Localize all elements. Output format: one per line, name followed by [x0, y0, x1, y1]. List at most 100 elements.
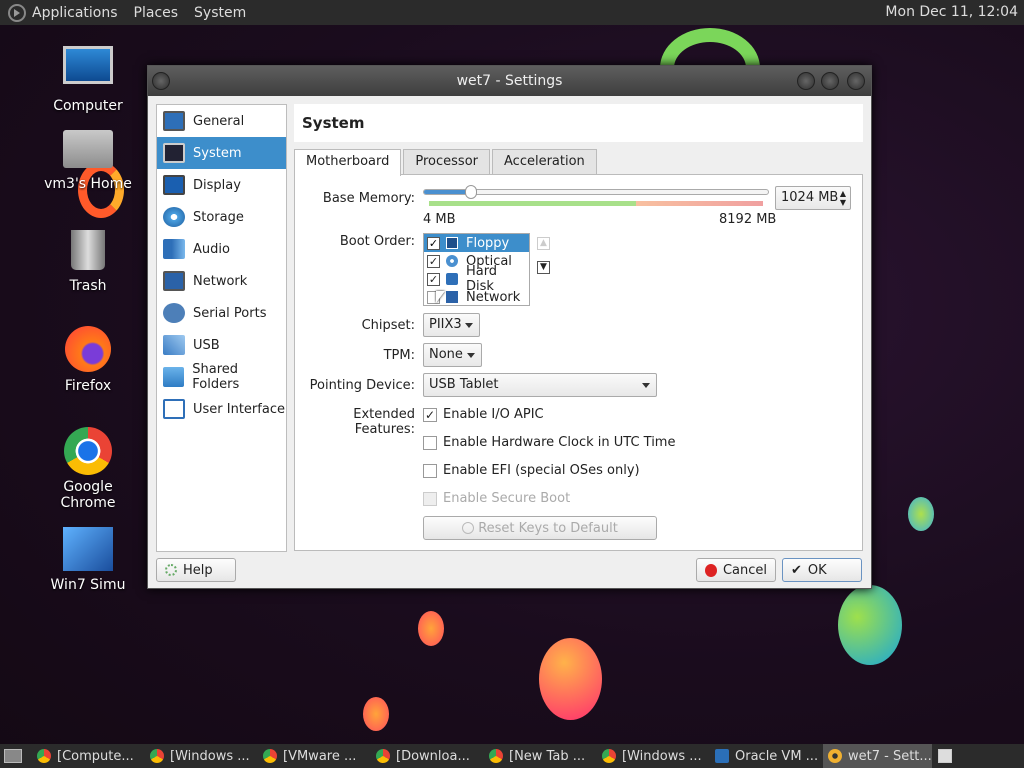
taskbar: [Compute... [Windows ... [VMware ... [Do…	[0, 744, 1024, 768]
show-desktop-icon[interactable]	[4, 749, 22, 763]
boot-checkbox[interactable]: ✓	[427, 236, 440, 250]
io-apic-checkbox[interactable]: ✓ Enable I/O APIC	[423, 407, 544, 422]
settings-window: wet7 - Settings General System Display S…	[147, 65, 872, 589]
boot-item-floppy[interactable]: ✓ Floppy	[424, 234, 529, 252]
close-icon[interactable]	[847, 72, 865, 90]
decor-blob	[908, 497, 934, 531]
minimize-icon[interactable]	[797, 72, 815, 90]
sidebar-item-label: System	[193, 145, 242, 161]
help-button[interactable]: Help	[156, 558, 236, 582]
chrome-icon	[489, 749, 503, 763]
maximize-icon[interactable]	[821, 72, 839, 90]
checkbox-label: Enable I/O APIC	[443, 407, 544, 422]
decor-blob	[363, 697, 389, 731]
sidebar-item-label: Shared Folders	[192, 362, 240, 392]
pointing-device-label: Pointing Device:	[309, 378, 415, 393]
cancel-button[interactable]: Cancel	[696, 558, 776, 582]
menu-applications[interactable]: Applications	[32, 5, 118, 21]
pointing-device-select[interactable]: USB Tablet	[423, 373, 657, 397]
apps-logo-icon[interactable]	[8, 3, 26, 22]
desktop-icon-home[interactable]: vm3's Home	[38, 130, 138, 192]
sidebar-item-audio[interactable]: Audio	[157, 233, 286, 265]
sidebar-item-general[interactable]: General	[157, 105, 286, 137]
storage-icon	[163, 207, 185, 227]
sidebar-item-system[interactable]: System	[157, 137, 286, 169]
sidebar-item-label: User Interface	[193, 401, 285, 417]
sidebar-item-network[interactable]: Network	[157, 265, 286, 297]
chrome-icon	[37, 749, 51, 763]
sidebar-item-display[interactable]: Display	[157, 169, 286, 201]
task-item[interactable]: [New Tab ...	[484, 744, 593, 768]
sidebar-item-storage[interactable]: Storage	[157, 201, 286, 233]
icon-label: Google Chrome	[60, 479, 116, 511]
task-item[interactable]: [VMware ...	[258, 744, 367, 768]
task-item-active[interactable]: wet7 - Sett...	[823, 744, 932, 768]
checkbox-box[interactable]: ✓	[423, 407, 437, 422]
desktop-icon-chrome[interactable]: Google Chrome	[38, 427, 138, 511]
sidebar-item-usb[interactable]: USB	[157, 329, 286, 361]
task-label: wet7 - Sett...	[848, 748, 932, 764]
desktop-icon-computer[interactable]: Computer	[38, 46, 138, 114]
desktop-icon-firefox[interactable]: Firefox	[38, 326, 138, 394]
menu-places[interactable]: Places	[134, 5, 179, 21]
tpm-select[interactable]: None	[423, 343, 482, 367]
task-item[interactable]: Oracle VM ...	[710, 744, 819, 768]
menu-system[interactable]: System	[194, 5, 246, 21]
workspace-icon[interactable]	[938, 749, 952, 763]
desktop-icon-win7[interactable]: Win7 Simu	[38, 527, 138, 593]
memory-spinbox[interactable]: 1024 MB ▲ ▼	[775, 186, 851, 210]
section-title: System	[294, 104, 863, 142]
help-icon	[165, 564, 177, 576]
boot-checkbox[interactable]: ✓	[427, 272, 440, 286]
chipset-select[interactable]: PIIX3	[423, 313, 480, 337]
task-item[interactable]: [Downloa...	[371, 744, 480, 768]
chipset-label: Chipset:	[361, 318, 415, 333]
memory-slider[interactable]	[423, 185, 769, 209]
utc-clock-checkbox[interactable]: Enable Hardware Clock in UTC Time	[423, 435, 675, 450]
move-up-icon[interactable]: ▲	[537, 237, 550, 250]
window-menu-icon[interactable]	[152, 72, 170, 90]
task-item[interactable]: [Windows ...	[145, 744, 254, 768]
move-down-icon[interactable]: ▼	[537, 261, 550, 274]
boot-checkbox[interactable]: ✓	[427, 254, 440, 268]
chipset-value: PIIX3	[429, 317, 462, 332]
tab-processor[interactable]: Processor	[403, 149, 491, 175]
checkbox-label: Enable EFI (special OSes only)	[443, 463, 640, 478]
chrome-icon	[64, 427, 112, 475]
clock[interactable]: Mon Dec 11, 12:04	[885, 4, 1018, 20]
icon-label: Trash	[69, 278, 107, 294]
boot-item-hard-disk[interactable]: ✓ Hard Disk	[424, 264, 529, 294]
checkbox-box[interactable]	[423, 435, 437, 450]
efi-checkbox[interactable]: Enable EFI (special OSes only)	[423, 463, 640, 478]
spin-arrows-icon: ▲ ▼	[839, 189, 846, 207]
system-chip-icon	[163, 143, 185, 163]
chrome-icon	[602, 749, 616, 763]
hard-disk-icon	[445, 273, 458, 285]
desktop-icon-trash[interactable]: Trash	[38, 230, 138, 294]
tab-motherboard[interactable]: Motherboard	[294, 149, 402, 176]
tpm-label: TPM:	[383, 348, 415, 363]
task-item[interactable]: [Windows ...	[597, 744, 706, 768]
sidebar-item-shared-folders[interactable]: Shared Folders	[157, 361, 286, 393]
network-icon	[446, 291, 458, 303]
cancel-icon	[705, 563, 717, 577]
tpm-value: None	[429, 347, 463, 362]
window-titlebar[interactable]: wet7 - Settings	[148, 66, 871, 96]
icon-label: Computer	[53, 98, 123, 114]
memory-value: 1024 MB	[781, 190, 839, 205]
slider-handle[interactable]	[465, 185, 477, 199]
sidebar-item-label: General	[193, 113, 245, 129]
tab-bar: Motherboard Processor Acceleration	[294, 149, 599, 176]
slider-range-indicator	[429, 201, 763, 206]
sidebar-item-user-interface[interactable]: User Interface	[157, 393, 286, 425]
slider-fill	[424, 190, 470, 194]
sidebar-item-label: Display	[193, 177, 241, 193]
sidebar-item-serial-ports[interactable]: Serial Ports	[157, 297, 286, 329]
ok-button[interactable]: ✔ OK	[782, 558, 862, 582]
task-item[interactable]: [Compute...	[32, 744, 141, 768]
tab-acceleration[interactable]: Acceleration	[492, 149, 597, 175]
settings-gear-icon	[828, 749, 842, 763]
computer-icon	[63, 46, 113, 84]
checkbox-box[interactable]	[423, 463, 437, 478]
task-label: Oracle VM ...	[735, 748, 819, 764]
